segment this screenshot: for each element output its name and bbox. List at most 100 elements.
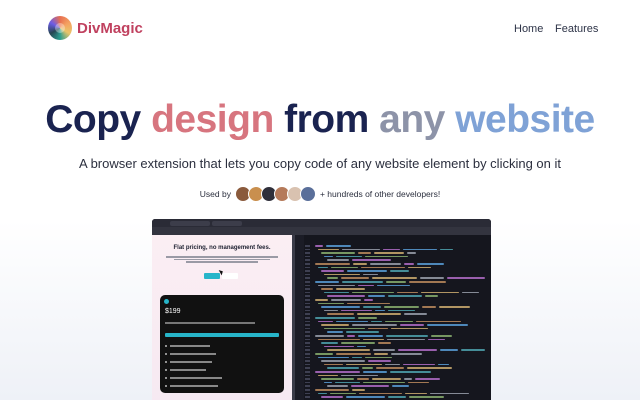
code-token [321, 252, 355, 254]
code-token [408, 266, 431, 269]
line-number [305, 255, 310, 258]
plan-icon [164, 299, 169, 304]
demo-pricing-page: Flat pricing, no management fees. $199 [152, 235, 292, 400]
code-token [315, 317, 355, 319]
line-number [305, 291, 310, 294]
code-token [315, 299, 328, 301]
line-number [305, 259, 310, 261]
code-token [315, 389, 349, 391]
line-number [305, 270, 310, 272]
code-token [342, 248, 380, 251]
code-token [315, 263, 350, 265]
line-number [305, 335, 310, 337]
headline-word-any: any [379, 98, 445, 141]
code-token [330, 392, 356, 395]
code-token [430, 392, 469, 395]
code-token [352, 324, 397, 326]
code-token [398, 349, 437, 351]
feature-line [170, 385, 218, 387]
code-token [327, 313, 354, 315]
line-number [305, 302, 310, 305]
code-token [438, 363, 449, 366]
plan-description [165, 322, 255, 324]
code-token [378, 342, 391, 344]
code-token [346, 363, 382, 366]
pricing-card: $199 [160, 295, 284, 393]
code-token [357, 378, 369, 380]
code-token [327, 259, 349, 261]
code-token [385, 363, 400, 366]
line-number [305, 295, 310, 297]
code-token [371, 320, 382, 323]
code-token [365, 255, 408, 258]
code-token [347, 270, 387, 272]
code-token [352, 259, 391, 261]
code-token [363, 381, 405, 384]
code-token [318, 338, 360, 341]
line-number [305, 313, 310, 315]
code-token [327, 295, 365, 297]
code-token [372, 277, 417, 279]
code-token [428, 338, 445, 341]
code-token [386, 335, 428, 337]
code-token [327, 349, 370, 351]
code-token [341, 309, 372, 312]
nav-link-features[interactable]: Features [555, 23, 598, 35]
pricing-title: Flat pricing, no management fees. [173, 245, 271, 251]
feature-line [170, 353, 216, 355]
code-token [363, 338, 384, 341]
code-token [321, 360, 365, 362]
code-token [341, 374, 378, 377]
code-token [374, 252, 404, 254]
line-number [305, 349, 310, 351]
line-number [305, 320, 310, 323]
code-token [404, 313, 427, 315]
code-token [353, 263, 367, 265]
feature-bullet-icon [165, 361, 167, 363]
feature-line [170, 345, 210, 347]
code-token [374, 353, 388, 355]
hero-headline: Copy design from any website [0, 98, 640, 142]
code-token [324, 309, 338, 312]
code-token [331, 299, 361, 301]
line-number [305, 378, 310, 380]
nav-link-home[interactable]: Home [514, 23, 543, 35]
line-number [305, 374, 310, 377]
code-token [427, 324, 468, 326]
code-token [321, 396, 343, 398]
line-number [305, 356, 310, 359]
code-token [388, 309, 415, 312]
line-number [305, 248, 310, 251]
code-token [385, 320, 413, 323]
code-token [324, 381, 332, 384]
code-token [383, 248, 400, 251]
code-token [373, 349, 395, 351]
line-number [305, 317, 310, 319]
feature-bullet-icon [165, 385, 167, 387]
avatar [299, 186, 316, 202]
code-token [368, 360, 391, 362]
code-token [357, 345, 366, 348]
code-token [318, 392, 327, 395]
code-token [415, 378, 440, 380]
line-number [305, 381, 310, 384]
product-demo-screenshot: Flat pricing, no management fees. $199 [152, 219, 491, 400]
code-token [324, 273, 360, 276]
code-token [422, 306, 436, 308]
code-token [318, 284, 355, 287]
code-token [377, 284, 410, 287]
line-number [305, 385, 310, 387]
code-token [321, 288, 333, 290]
code-token [361, 266, 405, 269]
plan-price: $199 [165, 308, 181, 315]
divmagic-logo-icon[interactable] [48, 16, 72, 40]
brand-name[interactable]: DivMagic [77, 20, 143, 37]
code-token [403, 363, 435, 366]
code-token [321, 270, 344, 272]
code-token [318, 374, 338, 377]
code-token [388, 295, 422, 297]
line-number [305, 263, 310, 265]
code-token [363, 306, 381, 308]
code-token [420, 277, 444, 279]
code-token [346, 396, 385, 398]
